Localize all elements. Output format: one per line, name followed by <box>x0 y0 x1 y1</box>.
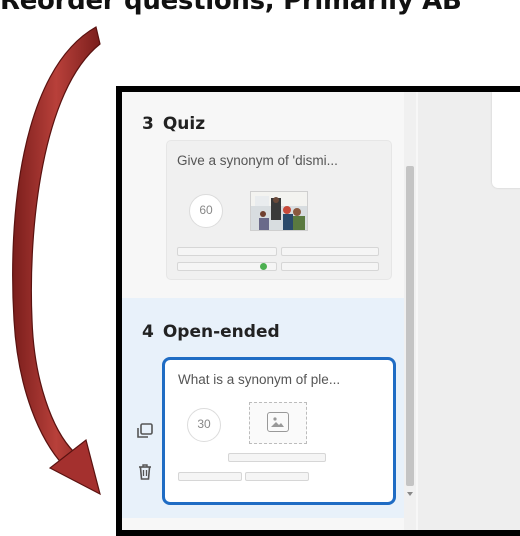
slide-image-thumbnail <box>250 191 308 231</box>
answer-field-bar <box>178 472 242 481</box>
correct-answer-dot <box>260 263 267 270</box>
question-preview: Give a synonym of 'dismi... <box>177 153 338 168</box>
answer-field-bar <box>245 472 309 481</box>
slide-sidebar: 3 Quiz Give a synonym of 'dismi... 60 4 … <box>122 92 418 530</box>
trash-icon[interactable] <box>136 463 154 481</box>
reorder-arrow <box>12 26 101 496</box>
editor-window: 3 Quiz Give a synonym of 'dismi... 60 4 … <box>116 86 520 536</box>
answer-field-bar <box>228 453 326 462</box>
timer-badge: 60 <box>189 194 223 228</box>
slide-item-3[interactable]: 3 Quiz Give a synonym of 'dismi... 60 <box>122 92 404 297</box>
answer-option-bar <box>281 247 379 256</box>
slide-number: 3 <box>142 114 154 134</box>
slide-thumbnail[interactable]: Give a synonym of 'dismi... 60 <box>166 140 392 280</box>
copy-icon[interactable] <box>136 422 154 440</box>
slide-type: Open-ended <box>162 322 280 342</box>
answer-option-bar <box>177 247 277 256</box>
sidebar-scrollbar-thumb[interactable] <box>406 166 414 486</box>
question-preview: What is a synonym of ple... <box>178 372 341 387</box>
slide-number: 4 <box>142 322 154 342</box>
slide-title: 4 Open-ended <box>142 322 280 342</box>
scroll-down-arrow[interactable] <box>407 492 413 496</box>
timer-badge: 30 <box>187 408 221 442</box>
slide-canvas-area <box>418 92 520 530</box>
slide-canvas-card <box>492 92 520 188</box>
image-placeholder <box>249 402 307 444</box>
slide-type: Quiz <box>162 114 206 134</box>
slide-thumbnail-selected[interactable]: What is a synonym of ple... 30 <box>162 357 396 505</box>
image-icon <box>267 412 289 432</box>
answer-option-bar <box>281 262 379 271</box>
slide-title: 3 Quiz <box>142 114 205 134</box>
slide-item-4[interactable]: 4 Open-ended What is a synonym of ple... <box>122 298 404 518</box>
